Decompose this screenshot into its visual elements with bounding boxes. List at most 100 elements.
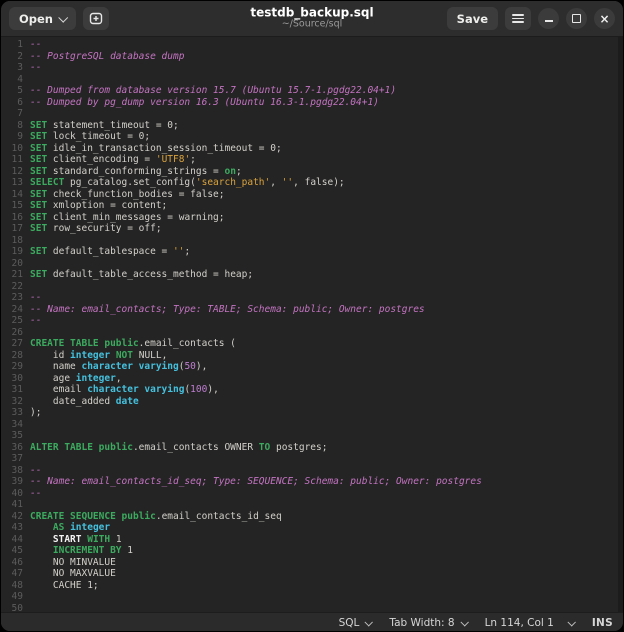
code-text: id integer NOT NULL, [30,350,167,362]
code-text: email character varying(100), [30,384,219,396]
code-line[interactable]: 49 [1,591,623,603]
line-number: 7 [1,108,23,120]
code-text: -- [30,292,41,304]
line-number: 48 [1,580,23,592]
code-line[interactable]: 35 [1,430,623,442]
code-line[interactable]: 50 [1,603,623,613]
code-line[interactable]: 46 NO MINVALUE [1,557,623,569]
code-line[interactable]: 27CREATE TABLE public.email_contacts ( [1,338,623,350]
line-number: 43 [1,522,23,534]
code-text: SET lock_timeout = 0; [30,131,150,143]
code-text: SET row_security = off; [30,223,162,235]
code-line[interactable]: 19SET default_tablespace = ''; [1,246,623,258]
code-line[interactable]: 36ALTER TABLE public.email_contacts OWNE… [1,442,623,454]
line-number: 34 [1,419,23,431]
code-line[interactable]: 37 [1,453,623,465]
code-line[interactable]: 4 [1,74,623,86]
code-line[interactable]: 2-- PostgreSQL database dump [1,51,623,63]
code-text: INCREMENT BY 1 [30,545,133,557]
code-line[interactable]: 5-- Dumped from database version 15.7 (U… [1,85,623,97]
code-line[interactable]: 42CREATE SEQUENCE public.email_contacts_… [1,511,623,523]
code-line[interactable]: 32 date_added date [1,396,623,408]
code-line[interactable]: 23-- [1,292,623,304]
code-text: NO MAXVALUE [30,568,116,580]
tab-width-selector[interactable]: Tab Width: 8 [389,613,466,631]
code-text: SET check_function_bodies = false; [30,189,224,201]
code-line[interactable]: 48 CACHE 1; [1,580,623,592]
code-line[interactable]: 45 INCREMENT BY 1 [1,545,623,557]
code-line[interactable]: 33); [1,407,623,419]
line-number: 49 [1,591,23,603]
line-number: 25 [1,315,23,327]
code-text: SET client_encoding = 'UTF8'; [30,154,196,166]
code-area: 1--2-- PostgreSQL database dump3--45-- D… [1,39,623,612]
code-line[interactable]: 38-- [1,465,623,477]
close-button[interactable]: × [594,8,615,29]
document-path: ~/Source/sql [250,20,373,31]
code-line[interactable]: 17SET row_security = off; [1,223,623,235]
code-line[interactable]: 8SET statement_timeout = 0; [1,120,623,132]
code-line[interactable]: 43 AS integer [1,522,623,534]
code-line[interactable]: 16SET client_min_messages = warning; [1,212,623,224]
line-number: 31 [1,384,23,396]
code-line[interactable]: 12 SET standard_conforming_strings = on; [1,166,623,178]
line-number: 29 [1,361,23,373]
code-line[interactable]: 41 [1,499,623,511]
code-line[interactable]: 6-- Dumped by pg_dump version 16.3 (Ubun… [1,97,623,109]
line-number: 46 [1,557,23,569]
code-line[interactable]: 34 [1,419,623,431]
line-number: 13 [1,177,23,189]
code-text: -- Name: email_contacts; Type: TABLE; Sc… [30,304,425,316]
code-line[interactable]: 11SET client_encoding = 'UTF8'; [1,154,623,166]
code-line[interactable]: 9 SET lock_timeout = 0; [1,131,623,143]
code-line[interactable]: 13SELECT pg_catalog.set_config('search_p… [1,177,623,189]
new-tab-button[interactable] [83,7,109,30]
code-line[interactable]: 21SET default_table_access_method = heap… [1,269,623,281]
code-editor[interactable]: 1--2-- PostgreSQL database dump3--45-- D… [1,37,623,612]
code-line[interactable]: 1-- [1,39,623,51]
line-number: 9 [1,131,23,143]
code-line[interactable]: 40-- [1,488,623,500]
code-line[interactable]: 20 [1,258,623,270]
header-left-group: Open [9,7,109,30]
vertical-scrollbar[interactable] [618,37,623,612]
code-line[interactable]: 18 [1,235,623,247]
minimize-button[interactable] [538,8,559,29]
code-text: name character varying(50), [30,361,207,373]
line-number: 44 [1,534,23,546]
language-selector[interactable]: SQL [339,613,372,631]
code-line[interactable]: 10SET idle_in_transaction_session_timeou… [1,143,623,155]
code-line[interactable]: 29 name character varying(50), [1,361,623,373]
code-line[interactable]: 15SET xmloption = content; [1,200,623,212]
code-line[interactable]: 14SET check_function_bodies = false; [1,189,623,201]
line-number: 38 [1,465,23,477]
code-line[interactable]: 39-- Name: email_contacts_id_seq; Type: … [1,476,623,488]
code-text: SET default_table_access_method = heap; [30,269,253,281]
insert-mode-indicator[interactable]: INS [592,613,613,631]
hamburger-menu-icon [512,14,524,23]
code-line[interactable]: 47 NO MAXVALUE [1,568,623,580]
open-button[interactable]: Open [9,7,76,30]
code-line[interactable]: 26 [1,327,623,339]
main-menu-button[interactable] [505,7,531,30]
code-text: SET idle_in_transaction_session_timeout … [30,143,282,155]
save-button[interactable]: Save [447,7,498,30]
code-line[interactable]: 31 email character varying(100), [1,384,623,396]
close-icon: × [599,13,609,25]
code-line[interactable]: 22 [1,281,623,293]
line-number: 4 [1,74,23,86]
code-line[interactable]: 30 age integer, [1,373,623,385]
code-line[interactable]: 44 START WITH 1 [1,534,623,546]
code-text: CREATE SEQUENCE public.email_contacts_id… [30,511,282,523]
code-text: SET standard_conforming_strings = on; [30,166,242,178]
code-line[interactable]: 25-- [1,315,623,327]
cursor-position-selector[interactable]: Ln 114, Col 1 [485,613,574,631]
code-line[interactable]: 7 [1,108,623,120]
line-number: 30 [1,373,23,385]
code-line[interactable]: 3-- [1,62,623,74]
code-line[interactable]: 28 id integer NOT NULL, [1,350,623,362]
tab-new-icon [89,12,103,25]
maximize-button[interactable] [566,8,587,29]
line-number: 12 [1,166,23,178]
code-line[interactable]: 24-- Name: email_contacts; Type: TABLE; … [1,304,623,316]
